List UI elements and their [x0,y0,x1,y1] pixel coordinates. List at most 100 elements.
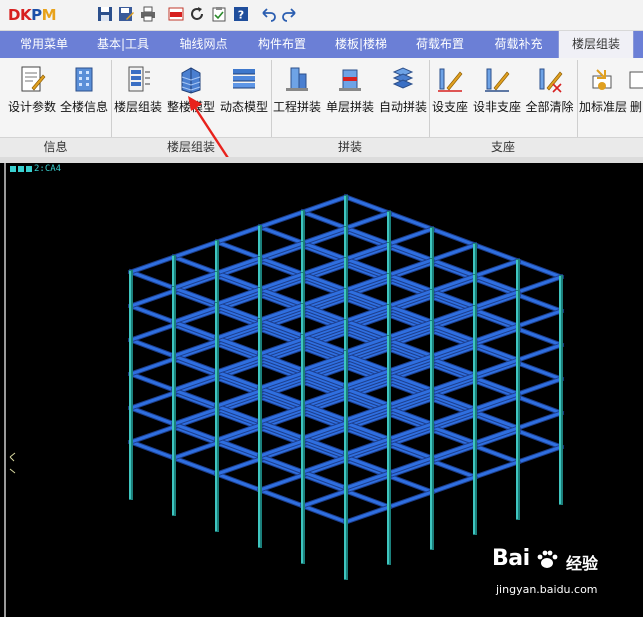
paw-logo-icon [537,550,558,568]
beam [473,243,520,263]
delete-icon [629,71,643,89]
beam [430,227,477,247]
redo-icon[interactable] [281,5,299,23]
beam [516,411,563,430]
beam [129,440,176,460]
design-params-button[interactable]: 设计参数 [6,62,58,116]
group-label-support: 支座 [490,140,515,154]
delete-button[interactable]: 删 [628,62,643,116]
beam [172,441,219,460]
beam [129,406,176,426]
beam [172,456,219,476]
beam [387,474,434,494]
beam [301,210,348,230]
beam [387,490,434,509]
beam [516,343,563,362]
print-icon[interactable] [139,5,157,23]
add-standard-floor-button[interactable]: 加标准层 [577,62,629,116]
beam [215,457,262,476]
beam [172,255,219,275]
watermark-suffix: 经验 [566,554,599,573]
tab-basic-tools[interactable]: 基本|工具 [84,31,162,58]
set-support-button[interactable]: 设支座 [429,62,471,116]
beam [344,489,391,509]
beam [258,488,305,508]
clear-all-button[interactable]: 全部清除 [523,62,576,116]
beam [516,361,563,381]
tab-load-layout[interactable]: 荷载布置 [402,31,478,58]
building-info-button[interactable]: 全楼信息 [58,62,110,116]
beam [129,255,176,274]
title-bar: DKPM ? [0,0,643,31]
delete-label: 删 [630,100,643,114]
tab-common-menu[interactable]: 常用菜单 [6,31,82,58]
design-params-label: 设计参数 [7,100,56,114]
beam [258,210,305,229]
beam [301,504,348,524]
single-floor-splice-label: 单层拼装 [325,100,374,114]
building-info-label: 全楼信息 [59,100,108,114]
beam [516,275,563,294]
refresh-icon[interactable] [188,5,206,23]
beam [516,429,563,449]
design-params-icon [21,66,46,92]
beam [129,323,176,342]
beam [344,195,391,215]
single-floor-splice-icon [339,69,361,91]
beam [516,377,563,396]
beam [430,475,477,494]
set-non-support-button[interactable]: 设非支座 [472,62,522,116]
project-splice-button[interactable]: 工程拼装 [271,62,323,116]
whole-building-model-icon [181,67,201,94]
beam [301,195,348,214]
tab-floor-assembly[interactable]: 楼层组装 [558,31,634,58]
clipboard-icon[interactable] [210,5,228,23]
project-splice-label: 工程拼装 [272,100,321,114]
watermark: Bai 经验 jingyan.baidu.com [492,546,642,606]
beam [516,259,563,279]
ribbon-tab-bar: 常用菜单 基本|工具 轴线网点 构件布置 楼板|楼梯 荷载布置 荷载补充 楼层组… [0,31,643,58]
beam [516,309,563,328]
floor-assembly-icon [128,66,150,92]
beam [129,425,176,444]
beam [430,459,477,479]
tab-axis-grid[interactable]: 轴线网点 [165,31,242,58]
beam [430,243,477,262]
add-standard-floor-label: 加标准层 [578,100,627,114]
beam [129,289,176,308]
clear-all-icon [539,68,562,93]
auto-splice-button[interactable]: 自动拼装 [377,62,429,116]
beam [473,460,520,479]
save-as-icon[interactable] [117,5,135,23]
set-support-icon [438,68,463,92]
svg-text:?: ? [238,9,244,22]
undo-icon[interactable] [259,5,277,23]
app-logo: DKPM [8,6,57,24]
help-icon[interactable]: ? [232,5,250,23]
beam [344,505,391,524]
ribbon-panel: 设计参数 全楼信息 楼层组装 整楼模型 动 [0,58,643,157]
beam [516,395,563,415]
annotation-arrow [188,96,230,159]
beam [129,304,176,324]
beam [129,338,176,358]
tab-component-layout[interactable]: 构件布置 [244,31,320,58]
single-floor-splice-button[interactable]: 单层拼装 [324,62,376,116]
beam [215,472,262,492]
group-label-splice: 拼装 [337,140,362,154]
floor-assembly-button[interactable]: 楼层组装 [112,62,164,116]
dynamic-model-icon [233,69,255,89]
model-viewport[interactable]: 2:CA4 Bai 经验 jingyan.baidu.com [4,163,643,617]
save-icon[interactable] [96,5,114,23]
tab-load-supplement[interactable]: 荷载补充 [480,31,557,58]
beam [258,225,305,245]
clear-all-label: 全部清除 [525,100,574,114]
set-non-support-label: 设非支座 [472,100,521,114]
beam [344,211,391,230]
tab-slab-stair[interactable]: 楼板|楼梯 [322,31,400,58]
beam [516,293,563,313]
beam [215,225,262,244]
beam [215,240,262,260]
beam [473,444,520,464]
dwg-icon[interactable] [167,5,185,23]
